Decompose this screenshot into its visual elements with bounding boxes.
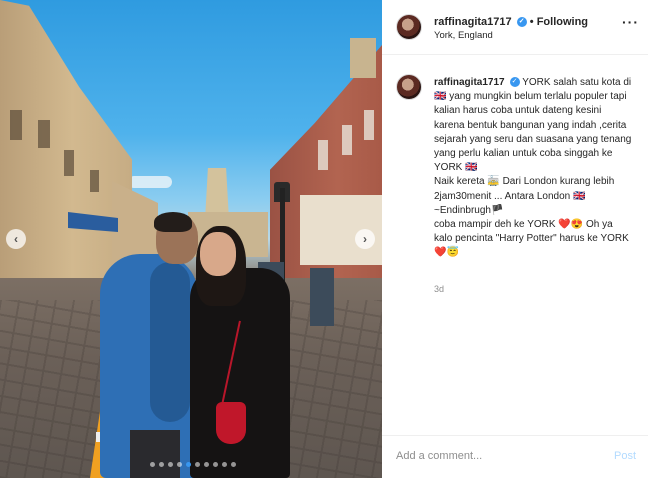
woman-face xyxy=(200,232,236,276)
window xyxy=(364,110,374,140)
cloud xyxy=(128,176,172,188)
carousel-dot xyxy=(186,462,191,467)
carousel-dot xyxy=(195,462,200,467)
carousel-dot xyxy=(168,462,173,467)
header-username-row: raffinagita1717 ✓ • Following xyxy=(434,16,588,28)
window xyxy=(342,125,352,155)
avatar[interactable] xyxy=(396,74,422,100)
carousel-dot xyxy=(177,462,182,467)
carousel-dot xyxy=(213,462,218,467)
post-header: raffinagita1717 ✓ • Following York, Engl… xyxy=(382,0,648,55)
carousel-dot xyxy=(150,462,155,467)
verified-badge-icon: ✓ xyxy=(516,17,527,28)
avatar[interactable] xyxy=(396,14,422,40)
caption-section: raffinagita1717 ✓ YORK salah satu kota di… xyxy=(382,56,648,410)
comment-input[interactable] xyxy=(396,450,596,462)
caption-text: raffinagita1717 ✓ YORK salah satu kota di… xyxy=(434,76,632,261)
location-link[interactable]: York, England xyxy=(434,30,493,41)
post-age: 3d xyxy=(434,284,445,294)
carousel-dot xyxy=(204,462,209,467)
username-link[interactable]: raffinagita1717 xyxy=(434,16,512,28)
carousel-prev-button[interactable]: ‹ xyxy=(6,229,26,249)
more-options-icon[interactable]: ··· xyxy=(622,14,639,30)
building-right xyxy=(270,45,382,305)
verified-badge-icon: ✓ xyxy=(509,77,520,88)
post-photo[interactable]: ‹ › xyxy=(0,0,382,478)
carousel-dot xyxy=(231,462,236,467)
carousel-dot xyxy=(159,462,164,467)
window xyxy=(10,110,22,140)
red-handbag xyxy=(216,402,246,444)
caption-body: YORK salah satu kota di 🇬🇧 yang mungkin … xyxy=(434,77,632,259)
window xyxy=(318,140,328,170)
man-legs xyxy=(130,430,180,478)
carousel-dot xyxy=(222,462,227,467)
separator-dot: • xyxy=(529,16,534,28)
window xyxy=(90,170,99,192)
likes-count xyxy=(394,414,454,420)
following-button[interactable]: Following xyxy=(537,16,588,28)
divider xyxy=(382,435,648,436)
man-jacket-shade xyxy=(150,262,190,422)
window xyxy=(64,150,74,176)
carousel-next-button[interactable]: › xyxy=(355,229,375,249)
building-right-tower xyxy=(350,38,376,78)
postcard-rack xyxy=(310,268,334,326)
window xyxy=(38,120,50,148)
man-hair xyxy=(154,212,192,232)
carousel-indicator xyxy=(150,462,236,467)
post-comment-button[interactable]: Post xyxy=(614,450,636,462)
caption-username[interactable]: raffinagita1717 xyxy=(434,77,505,88)
instagram-post: ‹ › raffinagita1717 ✓ • Following York, … xyxy=(0,0,648,478)
post-sidebar: raffinagita1717 ✓ • Following York, Engl… xyxy=(382,0,648,478)
